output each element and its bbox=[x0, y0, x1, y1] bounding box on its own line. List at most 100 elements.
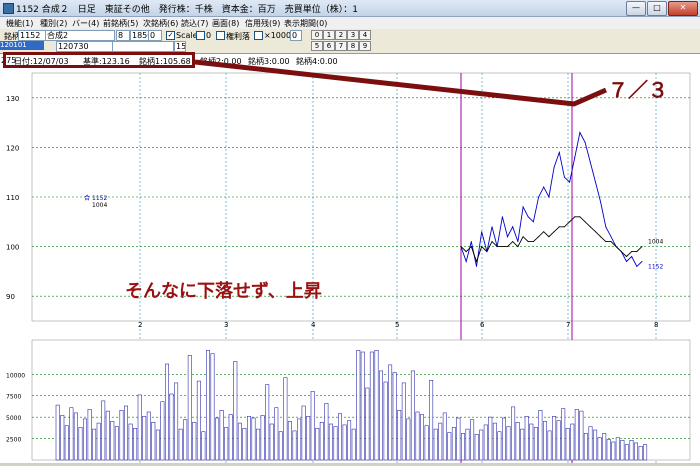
key-8[interactable]: 8 bbox=[347, 41, 359, 51]
series-point-1004 bbox=[553, 231, 555, 233]
key-6[interactable]: 6 bbox=[323, 41, 335, 51]
volume-bar bbox=[442, 412, 447, 461]
volume-bar bbox=[110, 421, 115, 461]
volume-bar bbox=[360, 351, 365, 461]
menu-item-next[interactable]: 次銘柄(6) bbox=[143, 18, 178, 29]
series-point-1152 bbox=[605, 226, 607, 228]
key-3[interactable]: 3 bbox=[347, 30, 359, 40]
volume-bar bbox=[233, 361, 238, 461]
kenri-checkbox[interactable] bbox=[216, 31, 225, 40]
month-tick-label: 6 bbox=[480, 321, 485, 329]
volume-bar bbox=[160, 401, 165, 461]
zero-checkbox[interactable] bbox=[196, 31, 205, 40]
volume-bar bbox=[87, 409, 92, 461]
volume-tick-label: 7500 bbox=[6, 394, 21, 401]
maximize-button[interactable]: □ bbox=[647, 1, 667, 16]
minimize-button[interactable]: — bbox=[626, 1, 646, 16]
volume-bar bbox=[570, 423, 575, 461]
series-point-1152 bbox=[631, 256, 633, 257]
volume-bar bbox=[547, 430, 552, 461]
volume-bar bbox=[633, 442, 638, 461]
key-4[interactable]: 4 bbox=[359, 30, 371, 40]
volume-bar bbox=[274, 407, 279, 461]
month-tick-label: 5 bbox=[395, 321, 399, 329]
code-input[interactable]: 1152 bbox=[18, 30, 46, 41]
volume-bar bbox=[60, 415, 65, 461]
series-point-1152 bbox=[527, 216, 529, 218]
volume-bar bbox=[256, 428, 261, 461]
legend-1152: 1152 bbox=[92, 195, 107, 202]
key-0[interactable]: 0 bbox=[311, 30, 323, 40]
volume-bar bbox=[565, 427, 570, 461]
menu-item-kinou[interactable]: 機能(1) bbox=[6, 18, 33, 29]
key-9[interactable]: 9 bbox=[359, 41, 371, 51]
volume-bar bbox=[479, 429, 484, 461]
volume-bar bbox=[538, 409, 543, 461]
volume-bar bbox=[287, 421, 292, 461]
menu-item-credit[interactable]: 信用残(9) bbox=[245, 18, 280, 29]
field1-input[interactable]: 8 bbox=[116, 30, 130, 41]
close-button[interactable]: ✕ bbox=[668, 1, 698, 16]
volume-bar bbox=[511, 406, 516, 461]
series-point-1004 bbox=[563, 226, 565, 228]
menu-item-bar[interactable]: バー(4) bbox=[72, 18, 99, 29]
menu-item-screen[interactable]: 画面(8) bbox=[212, 18, 239, 29]
blank-select[interactable] bbox=[112, 41, 174, 52]
key-5[interactable]: 5 bbox=[311, 41, 323, 51]
volume-bar bbox=[69, 407, 74, 461]
volume-bar bbox=[501, 417, 506, 461]
volume-bar bbox=[96, 422, 101, 461]
series-point-1004 bbox=[589, 226, 591, 228]
volume-bar bbox=[593, 429, 598, 461]
series-point-1004 bbox=[476, 261, 477, 262]
series-point-1004 bbox=[501, 246, 503, 248]
period-select[interactable]: 120730 bbox=[56, 41, 114, 52]
key-2[interactable]: 2 bbox=[335, 30, 347, 40]
volume-bar bbox=[319, 421, 324, 461]
key-7[interactable]: 7 bbox=[335, 41, 347, 51]
series-point-1004 bbox=[610, 241, 612, 243]
date-highlight-box bbox=[3, 52, 195, 68]
volume-bar bbox=[629, 439, 634, 461]
volume-bar bbox=[401, 382, 406, 461]
series-point-1152 bbox=[512, 226, 514, 228]
volume-bar bbox=[451, 427, 456, 461]
series-point-1004 bbox=[522, 236, 524, 238]
kenri-label: 権利落 bbox=[226, 32, 250, 41]
key-1[interactable]: 1 bbox=[323, 30, 335, 40]
volume-bar bbox=[265, 384, 270, 461]
title-bar: 1152 合成２ 日足 東証その他 発行株：千株 資本金：百万 売買単位（株）：… bbox=[0, 0, 700, 17]
volume-bar bbox=[292, 430, 297, 461]
volume-bar bbox=[552, 415, 557, 461]
menu-item-shubetsu[interactable]: 種別(2) bbox=[40, 18, 67, 29]
menu-item-load[interactable]: 読込(7) bbox=[181, 18, 208, 29]
volume-bar bbox=[620, 439, 625, 461]
volume-bar bbox=[278, 431, 283, 461]
volume-bar bbox=[492, 422, 497, 461]
volume-bar bbox=[438, 422, 443, 461]
scale-checkbox[interactable]: ✓ bbox=[166, 31, 175, 40]
series-point-1152 bbox=[626, 261, 627, 262]
volume-bar bbox=[556, 420, 561, 461]
menu-item-prev[interactable]: 前銘柄(5) bbox=[103, 18, 138, 29]
series-point-1152 bbox=[600, 201, 602, 203]
series-point-1004 bbox=[584, 221, 586, 223]
field2-input[interactable]: 1850 bbox=[130, 30, 150, 41]
series-point-1152 bbox=[574, 156, 576, 158]
chart-area: 90 100 110 120 130 2 3 4 5 6 7 8 1004 1152 合 1152 1004 25… bbox=[0, 68, 700, 463]
volume-bar bbox=[602, 433, 607, 461]
volume-bar bbox=[328, 423, 333, 461]
series-point-1004 bbox=[460, 246, 462, 248]
small-input[interactable]: 15 bbox=[174, 41, 186, 52]
x1000-checkbox[interactable] bbox=[254, 31, 263, 40]
series-point-1152 bbox=[641, 261, 643, 262]
selected-code[interactable]: 120101 bbox=[0, 41, 44, 50]
series-point-1004 bbox=[543, 231, 545, 233]
legend-title: 合 bbox=[84, 194, 90, 202]
volume-bar bbox=[174, 382, 179, 461]
name-input[interactable]: 合成2 bbox=[45, 30, 115, 41]
x1000-input[interactable]: 0 bbox=[290, 30, 302, 41]
menu-item-period[interactable]: 表示期間(0) bbox=[284, 18, 327, 29]
volume-bar bbox=[196, 380, 201, 461]
field3-input[interactable]: 0 bbox=[148, 30, 162, 41]
